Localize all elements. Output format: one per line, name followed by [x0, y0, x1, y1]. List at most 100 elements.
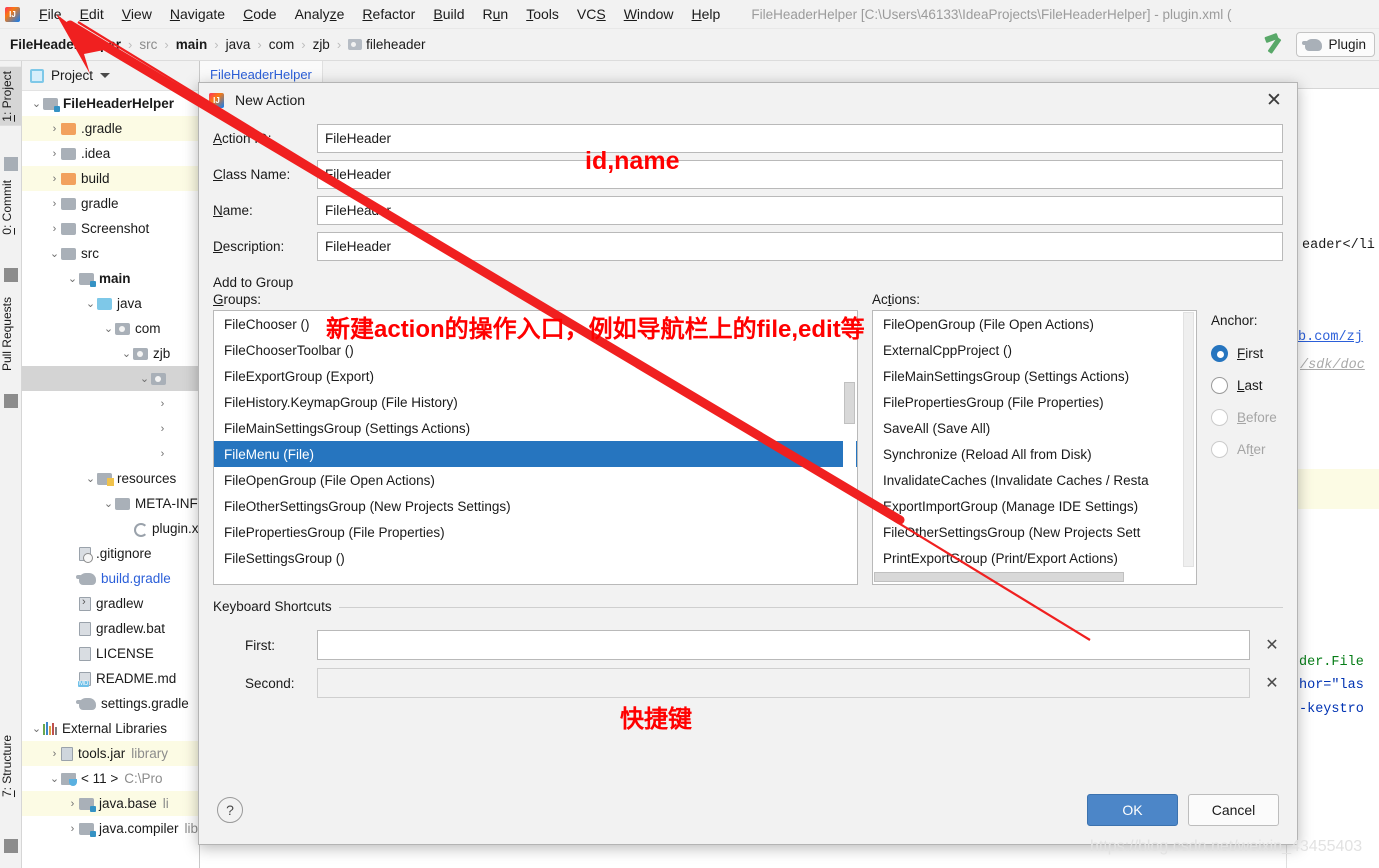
anchor-option-after[interactable]: After	[1211, 433, 1283, 465]
tree-node[interactable]: › java.base li	[22, 791, 199, 816]
tree-node[interactable]: ⌄ < 11 > C:\Pro	[22, 766, 199, 791]
tree-node[interactable]: ⌄ zjb	[22, 341, 199, 366]
clear-x-icon-second[interactable]: ✕	[1261, 672, 1283, 694]
shortcut-first-input[interactable]	[316, 630, 1251, 660]
tree-expand-arrow[interactable]: ›	[48, 198, 61, 210]
breadcrumb-item-FileHeaderHelper[interactable]: FileHeaderHelper	[8, 37, 123, 52]
close-icon[interactable]: ✕	[1257, 86, 1291, 114]
menu-item-run[interactable]: Run	[474, 4, 518, 24]
tree-node[interactable]: › java.compiler library root	[22, 816, 199, 841]
actions-list-item[interactable]: ExportImportGroup (Manage IDE Settings)	[873, 493, 1196, 519]
actions-list-item[interactable]: Synchronize (Reload All from Disk)	[873, 441, 1196, 467]
breadcrumb-item-zjb[interactable]: zjb	[311, 37, 332, 52]
radio-icon[interactable]	[1211, 344, 1228, 362]
tree-node[interactable]: LICENSE	[22, 641, 199, 666]
menu-item-window[interactable]: Window	[615, 4, 683, 24]
menu-item-edit[interactable]: Edit	[71, 4, 113, 24]
tree-expand-arrow[interactable]: ›	[48, 748, 61, 760]
tree-node[interactable]: ⌄ java	[22, 291, 199, 316]
actions-scrollbar[interactable]	[1182, 312, 1195, 584]
help-button[interactable]: ?	[217, 797, 243, 823]
menu-item-help[interactable]: Help	[683, 4, 730, 24]
tool-window-tab-project[interactable]: 1: Project	[0, 67, 22, 126]
menu-item-refactor[interactable]: Refactor	[353, 4, 424, 24]
tree-node[interactable]: build.gradle	[22, 566, 199, 591]
groups-list-item[interactable]: FilePropertiesGroup (File Properties)	[214, 519, 857, 545]
menu-item-build[interactable]: Build	[424, 4, 473, 24]
tree-expand-arrow[interactable]: ⌄	[66, 272, 79, 285]
tree-node[interactable]: ⌄ External Libraries	[22, 716, 199, 741]
cancel-button[interactable]: Cancel	[1188, 794, 1279, 826]
class-name-field[interactable]: FileHeader	[317, 160, 1283, 189]
tool-window-tab-pull-requests[interactable]: Pull Requests	[0, 293, 22, 375]
anchor-option-first[interactable]: First	[1211, 337, 1283, 369]
groups-list[interactable]: FileChooser () FileChooserToolbar () FileE…	[213, 310, 858, 585]
breadcrumb-item-src[interactable]: src	[137, 37, 159, 52]
menu-item-file[interactable]: File	[30, 4, 71, 24]
tree-node[interactable]: ›	[22, 391, 199, 416]
tree-expand-arrow[interactable]: ⌄	[138, 372, 151, 385]
tree-expand-arrow[interactable]: ›	[156, 423, 169, 435]
actions-list-item[interactable]: ExternalCppProject ()	[873, 337, 1196, 363]
menu-item-analyze[interactable]: Analyze	[286, 4, 354, 24]
tree-node[interactable]: gradlew.bat	[22, 616, 199, 641]
breadcrumb-item-main[interactable]: main	[174, 37, 210, 52]
tree-expand-arrow[interactable]: ›	[48, 123, 61, 135]
tree-node[interactable]: ›	[22, 441, 199, 466]
radio-icon[interactable]	[1211, 440, 1228, 458]
groups-list-item[interactable]: FileOtherSettingsGroup (New Projects Set…	[214, 493, 857, 519]
tree-expand-arrow[interactable]: ⌄	[84, 472, 97, 485]
tree-node[interactable]: gradlew	[22, 591, 199, 616]
tree-node[interactable]: plugin.xml	[22, 516, 199, 541]
ok-button[interactable]: OK	[1087, 794, 1178, 826]
tree-node[interactable]: settings.gradle	[22, 691, 199, 716]
actions-list-item[interactable]: FilePropertiesGroup (File Properties)	[873, 389, 1196, 415]
tree-expand-arrow[interactable]: ›	[156, 448, 169, 460]
actions-list[interactable]: FileOpenGroup (File Open Actions) Externa…	[872, 310, 1197, 585]
tree-expand-arrow[interactable]: ›	[48, 173, 61, 185]
actions-list-item[interactable]: InvalidateCaches (Invalidate Caches / Re…	[873, 467, 1196, 493]
actions-list-item[interactable]: SaveAll (Save All)	[873, 415, 1196, 441]
tool-window-tab-commit[interactable]: 0: Commit	[0, 176, 22, 239]
project-panel-header[interactable]: Project	[22, 61, 199, 91]
actions-list-item[interactable]: FileOpenGroup (File Open Actions)	[873, 311, 1196, 337]
groups-list-item[interactable]: FileOpenGroup (File Open Actions)	[214, 467, 857, 493]
menu-item-view[interactable]: View	[113, 4, 161, 24]
tree-node[interactable]: ⌄ com	[22, 316, 199, 341]
action-id-field[interactable]: FileHeader	[317, 124, 1283, 153]
tree-expand-arrow[interactable]: ⌄	[30, 97, 43, 110]
breadcrumb-item-com[interactable]: com	[267, 37, 297, 52]
groups-list-item[interactable]: FileChooserToolbar ()	[214, 337, 857, 363]
menu-item-code[interactable]: Code	[234, 4, 285, 24]
tree-node[interactable]: › Screenshot	[22, 216, 199, 241]
tree-expand-arrow[interactable]: ⌄	[48, 772, 61, 785]
tree-expand-arrow[interactable]: ⌄	[102, 322, 115, 335]
tree-expand-arrow[interactable]: ›	[66, 798, 79, 810]
project-tree[interactable]: ⌄ FileHeaderHelper › .gradle › .idea › build › gr…	[22, 91, 199, 868]
tree-expand-arrow[interactable]: ⌄	[48, 247, 61, 260]
tree-node[interactable]: › .idea	[22, 141, 199, 166]
actions-hscrollbar-thumb[interactable]	[874, 572, 1124, 582]
anchor-option-last[interactable]: Last	[1211, 369, 1283, 401]
groups-scrollbar[interactable]	[843, 312, 856, 584]
run-configuration-plugin-button[interactable]: Plugin	[1296, 32, 1375, 57]
groups-list-item[interactable]: FileChooser ()	[214, 311, 857, 337]
actions-list-item[interactable]: FileOtherSettingsGroup (New Projects Set…	[873, 519, 1196, 545]
menu-item-navigate[interactable]: Navigate	[161, 4, 234, 24]
tree-node[interactable]: ⌄	[22, 366, 199, 391]
tree-expand-arrow[interactable]: ›	[156, 398, 169, 410]
description-field[interactable]: FileHeader	[317, 232, 1283, 261]
tree-node[interactable]: › build	[22, 166, 199, 191]
shortcut-second-input[interactable]	[316, 668, 1251, 698]
tree-node[interactable]: › tools.jar library	[22, 741, 199, 766]
clear-x-icon[interactable]: ✕	[1261, 634, 1283, 656]
tree-node[interactable]: ⌄ main	[22, 266, 199, 291]
tree-node[interactable]: ⌄ META-INF	[22, 491, 199, 516]
radio-icon[interactable]	[1211, 376, 1228, 394]
tree-expand-arrow[interactable]: ⌄	[84, 297, 97, 310]
tree-node[interactable]: ⌄ src	[22, 241, 199, 266]
chevron-down-icon[interactable]	[100, 73, 111, 78]
groups-list-item[interactable]: FileSettingsGroup ()	[214, 545, 857, 571]
actions-scrollbar-thumb[interactable]	[1183, 312, 1194, 567]
tree-node[interactable]: ⌄ FileHeaderHelper	[22, 91, 199, 116]
